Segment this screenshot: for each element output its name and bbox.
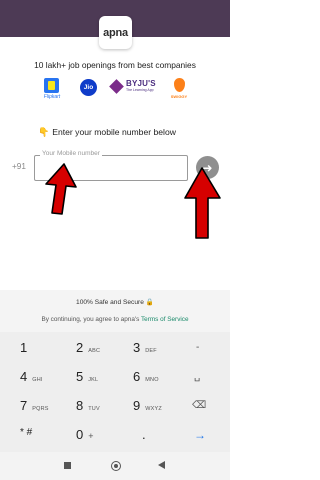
red-arrow-to-submit — [184, 167, 221, 239]
company-logos: Flipkart Jio BYJU'S The Learning App SWI… — [30, 78, 200, 104]
flipkart-bag-icon — [44, 78, 59, 93]
logo-text: apna — [103, 26, 128, 39]
key-star-hash[interactable]: * # — [20, 427, 32, 451]
mobile-prompt-text: Enter your mobile number below — [52, 127, 176, 137]
key-backspace[interactable]: ⌫ — [192, 400, 206, 424]
country-code: +91 — [12, 162, 26, 171]
key-1[interactable]: 1 — [20, 340, 27, 364]
byjus-logo: BYJU'S The Learning App — [109, 78, 164, 104]
recents-square-icon[interactable] — [64, 462, 71, 469]
jio-logo: Jio — [80, 78, 98, 104]
mobile-number-input[interactable] — [34, 155, 188, 181]
key-8[interactable]: 8 TUV — [76, 398, 100, 422]
key-space[interactable]: ␣ — [194, 371, 200, 395]
swiggy-logo: SWIGGY — [168, 78, 190, 104]
swiggy-pin-icon — [174, 78, 185, 92]
enter-arrow-icon: → — [194, 428, 206, 442]
terms-link[interactable]: Terms of Service — [141, 316, 189, 323]
key-3[interactable]: 3 DEF — [133, 340, 157, 364]
submit-button[interactable]: ➜ — [196, 156, 219, 179]
key-0[interactable]: 0 + — [76, 427, 94, 451]
mobile-prompt: 👇 Enter your mobile number below — [38, 127, 176, 138]
key-5[interactable]: 5 JKL — [76, 369, 98, 393]
key-dot[interactable]: . — [142, 427, 146, 451]
key-enter[interactable]: → — [194, 428, 206, 452]
flipkart-logo: Flipkart — [40, 78, 64, 104]
apna-logo: apna — [99, 16, 132, 49]
key-4[interactable]: 4 GHI — [20, 369, 43, 393]
numeric-keypad: 1 2 ABC 3 DEF - 4 GHI 5 JKL 6 MNO ␣ 7 PQRS 8 TU… — [0, 332, 230, 452]
home-circle-icon[interactable] — [111, 461, 121, 471]
key-6[interactable]: 6 MNO — [133, 369, 159, 393]
safe-secure-text: 100% Safe and Secure 🔒 — [76, 299, 154, 306]
key-2[interactable]: 2 ABC — [76, 340, 100, 364]
byjus-mark-icon — [109, 79, 124, 94]
back-triangle-icon[interactable] — [158, 461, 165, 469]
tagline: 10 lakh+ job openings from best companie… — [34, 60, 196, 70]
key-9[interactable]: 9 WXYZ — [133, 398, 162, 422]
key-7[interactable]: 7 PQRS — [20, 398, 49, 422]
mobile-number-label: Your Mobile number — [40, 150, 102, 157]
terms-text: By continuing, you agree to apna's Terms… — [41, 316, 189, 323]
arrow-right-icon: ➜ — [202, 160, 213, 175]
lock-icon: 🔒 — [145, 299, 154, 306]
backspace-icon: ⌫ — [192, 400, 207, 411]
pointing-hand-icon: 👇 — [38, 127, 50, 137]
key-minus[interactable]: - — [196, 342, 199, 366]
consent-panel — [0, 290, 230, 332]
